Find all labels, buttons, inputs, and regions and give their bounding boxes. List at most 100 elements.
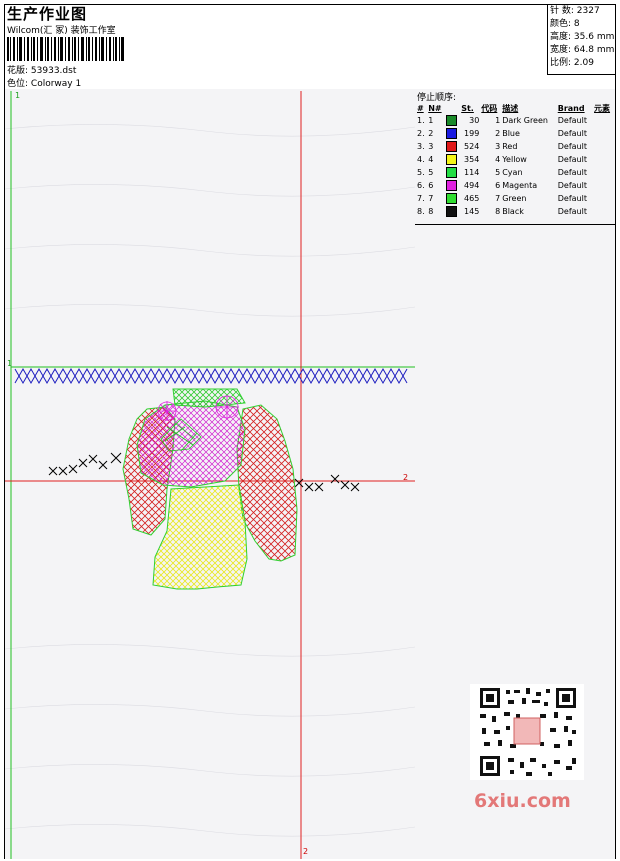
row-number: 4 xyxy=(428,155,434,164)
row-brand: Default xyxy=(557,155,587,164)
row-element xyxy=(593,140,614,153)
colorway-line: 色位: Colorway 1 xyxy=(7,76,81,89)
legend-header-row: # N# St. 代码 描述 Brand 元素 xyxy=(416,102,614,114)
height-value: 35.6 mm xyxy=(573,32,615,42)
ratio-value: 2.09 xyxy=(573,58,594,68)
row-brand: Default xyxy=(557,181,587,190)
row-code: 2 xyxy=(495,129,501,138)
stats-box: 针 数: 2327 颜色: 8 高度: 35.6 mm 宽度: 64.8 mm … xyxy=(547,5,615,75)
legend-row: 8. 8 145 8 Black Default xyxy=(416,205,614,218)
legend-row: 5. 5 114 5 Cyan Default xyxy=(416,166,614,179)
axis-label-right: 2 xyxy=(403,473,409,482)
col-stitches: St. xyxy=(461,103,474,113)
row-code: 4 xyxy=(495,155,501,164)
row-number: 5 xyxy=(428,168,434,177)
design-line: 花版: 53933.dst xyxy=(7,63,76,76)
row-stitches: 114 xyxy=(464,168,480,177)
col-code: 代码 xyxy=(481,103,498,113)
legend-row: 4. 4 354 4 Yellow Default xyxy=(416,153,614,166)
row-index: 6. xyxy=(417,181,425,190)
row-stitches: 145 xyxy=(464,207,480,216)
row-code: 1 xyxy=(495,116,501,125)
header: 生产作业图 Wilcom(汇 冢) 装饰工作室 花版: 53933.dst 色位… xyxy=(5,5,615,90)
design-file: 53933.dst xyxy=(30,66,77,76)
row-index: 7. xyxy=(417,194,425,203)
row-brand: Default xyxy=(557,168,587,177)
stitches-value: 2327 xyxy=(576,6,600,16)
row-description: Yellow xyxy=(502,155,527,164)
legend-row: 3. 3 524 3 Red Default xyxy=(416,140,614,153)
row-index: 8. xyxy=(417,207,425,216)
company-name: Wilcom(汇 冢) 装饰工作室 xyxy=(7,26,116,36)
row-element xyxy=(593,166,614,179)
row-number: 8 xyxy=(428,207,434,216)
colorway-value: Colorway 1 xyxy=(30,79,82,89)
color-swatch xyxy=(446,167,458,178)
colors-value: 8 xyxy=(573,19,580,29)
row-swatch xyxy=(445,192,460,205)
row-code: 3 xyxy=(495,142,501,151)
row-element xyxy=(593,153,614,166)
legend-row: 2. 2 199 2 Blue Default xyxy=(416,127,614,140)
page-title: 生产作业图 xyxy=(7,5,88,23)
row-element xyxy=(593,127,614,140)
panel-title: 停止顺序: xyxy=(417,93,457,103)
color-swatch xyxy=(446,180,458,191)
row-description: Green xyxy=(502,194,527,203)
row-number: 3 xyxy=(428,142,434,151)
qr-code-image xyxy=(470,684,584,780)
row-stitches: 354 xyxy=(464,155,480,164)
row-brand: Default xyxy=(557,194,587,203)
row-swatch xyxy=(445,140,460,153)
col-brand: Brand xyxy=(557,103,585,113)
row-stitches: 199 xyxy=(464,129,480,138)
panel-divider xyxy=(415,224,615,225)
axis-label-bottom: 2 xyxy=(303,847,309,856)
row-description: Black xyxy=(502,207,524,216)
row-number: 1 xyxy=(428,116,434,125)
row-index: 4. xyxy=(417,155,425,164)
row-element xyxy=(593,192,614,205)
color-swatch xyxy=(446,193,458,204)
row-index: 3. xyxy=(417,142,425,151)
color-swatch xyxy=(446,128,458,139)
stitches-label: 针 数: xyxy=(550,6,574,16)
row-number: 2 xyxy=(428,129,434,138)
color-swatch xyxy=(446,154,458,165)
row-swatch xyxy=(445,114,460,127)
color-swatch xyxy=(446,206,458,217)
colors-label: 颜色: xyxy=(550,19,572,29)
row-description: Cyan xyxy=(502,168,523,177)
row-stitches: 465 xyxy=(464,194,480,203)
row-description: Dark Green xyxy=(502,116,548,125)
row-brand: Default xyxy=(557,129,587,138)
row-description: Blue xyxy=(502,129,520,138)
row-description: Magenta xyxy=(502,181,538,190)
row-code: 7 xyxy=(495,194,501,203)
axis-label-top: 1 xyxy=(15,91,21,100)
row-code: 5 xyxy=(495,168,501,177)
embroidery-preview xyxy=(5,91,415,859)
col-index: # xyxy=(417,103,424,113)
row-swatch xyxy=(445,205,460,218)
row-brand: Default xyxy=(557,142,587,151)
width-value: 64.8 mm xyxy=(573,45,615,55)
row-element xyxy=(593,179,614,192)
row-stitches: 494 xyxy=(464,181,480,190)
color-legend-table: # N# St. 代码 描述 Brand 元素 1. 1 30 1 Dark Green… xyxy=(416,102,614,218)
row-element xyxy=(593,114,614,127)
row-swatch xyxy=(445,127,460,140)
color-swatch xyxy=(446,115,458,126)
row-element xyxy=(593,205,614,218)
row-swatch xyxy=(445,179,460,192)
row-brand: Default xyxy=(557,207,587,216)
color-swatch xyxy=(446,141,458,152)
design-canvas: 1 1 2 2 xyxy=(5,89,416,859)
legend-row: 7. 7 465 7 Green Default xyxy=(416,192,614,205)
row-stitches: 524 xyxy=(464,142,480,151)
row-index: 5. xyxy=(417,168,425,177)
colorway-label: 色位: xyxy=(7,79,29,89)
legend-row: 6. 6 494 6 Magenta Default xyxy=(416,179,614,192)
ratio-label: 比例: xyxy=(550,58,572,68)
barcode-image xyxy=(7,37,124,61)
